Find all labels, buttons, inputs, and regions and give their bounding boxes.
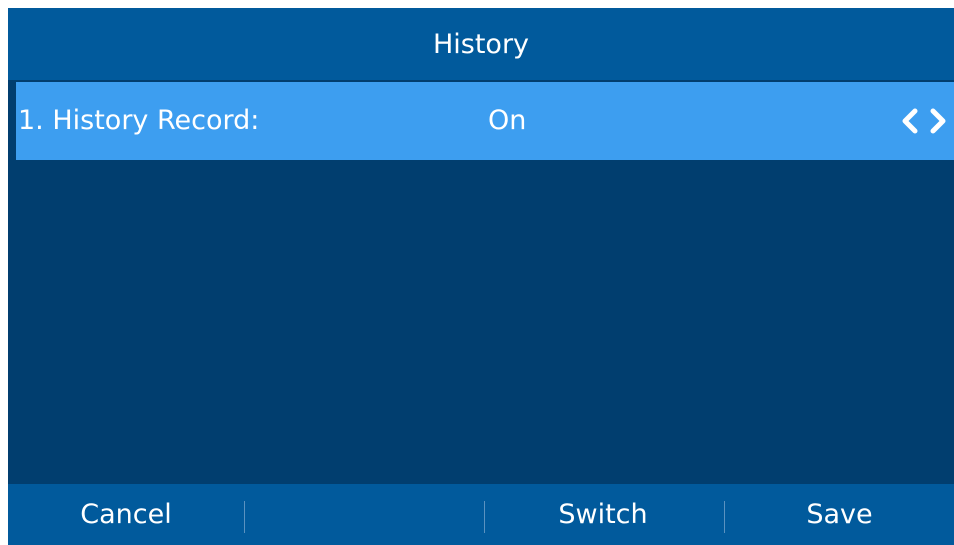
- save-label: Save: [806, 499, 873, 530]
- switch-label: Switch: [558, 499, 648, 530]
- softkey-bar: Cancel Switch Save: [8, 484, 954, 545]
- empty-softkey[interactable]: [245, 484, 481, 545]
- phone-screen: History 1. History Record: On Cancel Swi…: [8, 8, 954, 545]
- list-item-history-record[interactable]: 1. History Record: On: [16, 82, 954, 160]
- value-switcher[interactable]: [898, 82, 950, 160]
- switch-softkey[interactable]: Switch: [485, 484, 721, 545]
- history-record-value[interactable]: On: [488, 82, 526, 160]
- history-record-label: 1. History Record:: [18, 105, 260, 136]
- save-softkey[interactable]: Save: [725, 484, 954, 545]
- title-bar: History: [8, 8, 954, 80]
- settings-list: 1. History Record: On: [8, 80, 954, 484]
- cancel-label: Cancel: [80, 499, 172, 530]
- cancel-softkey[interactable]: Cancel: [8, 484, 244, 545]
- chevron-right-icon[interactable]: [926, 106, 950, 136]
- chevron-left-icon[interactable]: [898, 106, 922, 136]
- page-title: History: [432, 28, 530, 60]
